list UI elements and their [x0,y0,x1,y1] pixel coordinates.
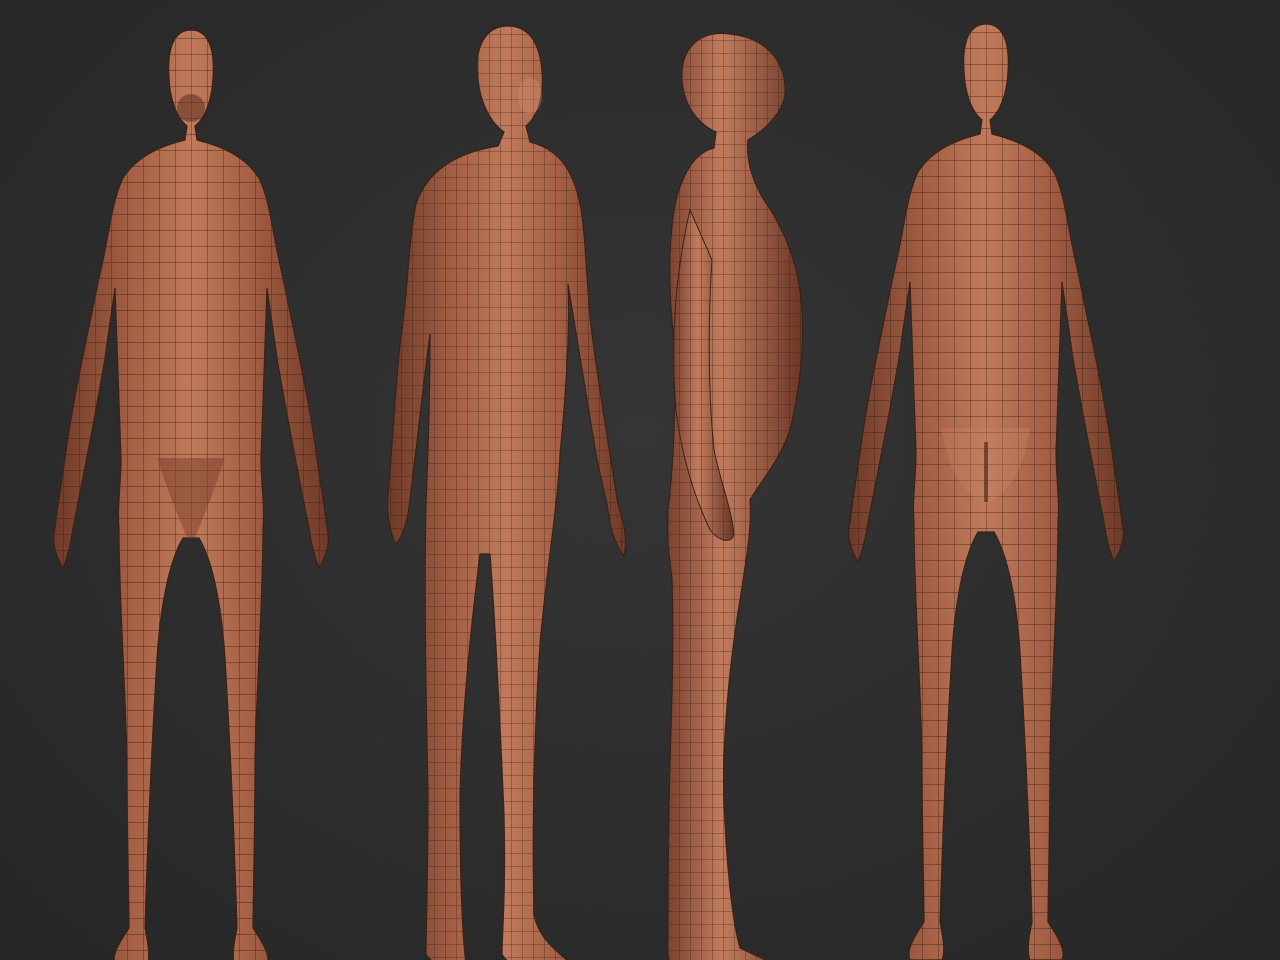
body-model-front[interactable] [53,29,329,960]
3d-viewport[interactable] [0,0,1280,960]
body-model-side[interactable] [666,32,804,960]
body-model-back[interactable] [848,23,1124,960]
body-model-three-quarter[interactable] [386,25,627,960]
